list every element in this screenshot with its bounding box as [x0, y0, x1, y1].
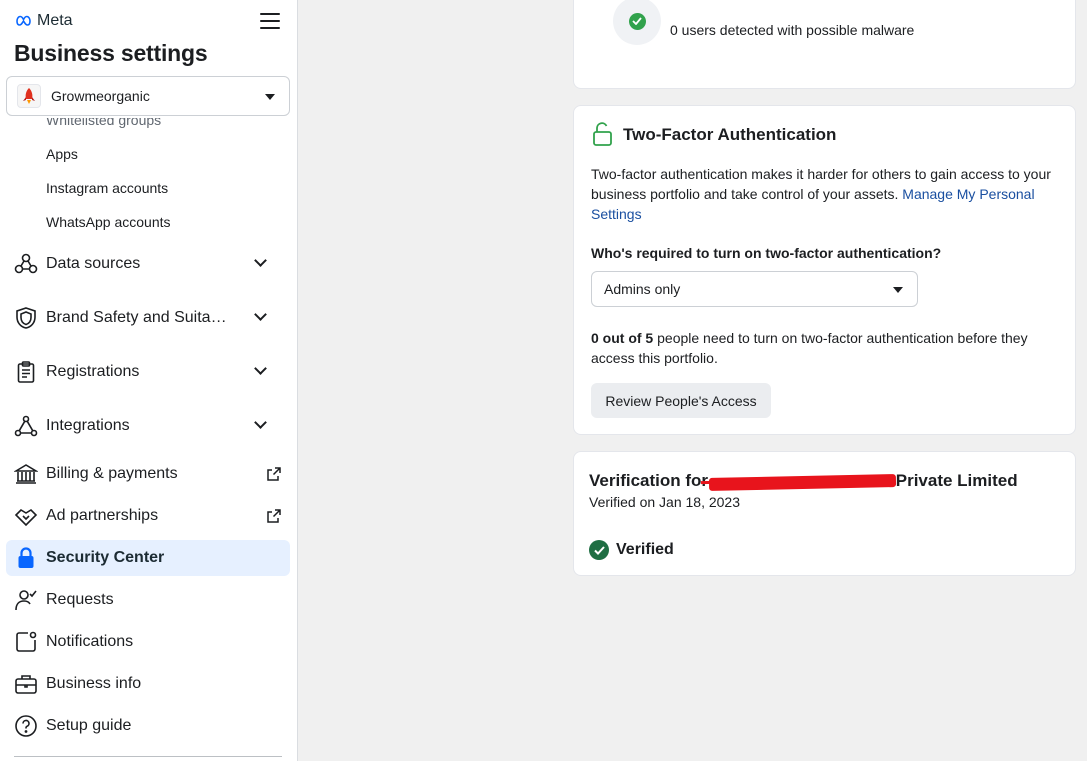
two-factor-requirement-select[interactable]: Admins only	[591, 271, 918, 307]
two-factor-question: Who's required to turn on two-factor aut…	[591, 245, 942, 261]
data-sources-icon	[14, 252, 38, 276]
sidebar-item-label: Brand Safety and Suitability	[46, 309, 232, 326]
two-factor-count-text: 0 out of 5 people need to turn on two-fa…	[591, 328, 1061, 368]
page-title: Business settings	[14, 40, 208, 66]
notification-icon	[14, 630, 38, 654]
account-avatar	[17, 84, 41, 108]
sidebar-item-whatsapp-accounts[interactable]: WhatsApp accounts	[46, 214, 171, 230]
business-account-select[interactable]: Growmeorganic	[6, 76, 290, 116]
sidebar-item-integrations[interactable]: Integrations	[6, 408, 290, 444]
sidebar-item-label: Business info	[46, 675, 142, 692]
clipboard-icon	[14, 360, 38, 384]
check-circle-icon	[589, 540, 609, 560]
two-factor-selected-option: Admins only	[604, 281, 681, 297]
verification-title-prefix: Verification for	[589, 471, 713, 490]
sidebar-item-business-info[interactable]: Business info	[6, 666, 290, 702]
rocket-icon	[23, 88, 35, 104]
handshake-icon	[14, 504, 38, 528]
sidebar-item-registrations[interactable]: Registrations	[6, 354, 290, 390]
sidebar-item-setup-guide[interactable]: Setup guide	[6, 708, 290, 744]
chevron-down-icon	[254, 416, 267, 429]
sidebar-item-data-sources[interactable]: Data sources	[6, 246, 290, 282]
account-name: Growmeorganic	[51, 88, 150, 104]
integrations-icon	[14, 414, 38, 438]
two-factor-count-bold: 0 out of 5	[591, 330, 654, 346]
sidebar-item-label: Security Center	[46, 549, 165, 566]
check-circle-icon	[628, 12, 646, 30]
malware-card: 0 users detected with possible malware	[573, 0, 1076, 89]
sidebar-item-brand-safety[interactable]: Brand Safety and Suitability	[6, 300, 290, 336]
sidebar-item-label: Ad partnerships	[46, 507, 159, 524]
sidebar-item-notifications[interactable]: Notifications	[6, 624, 290, 660]
sidebar-item-ad-partnerships[interactable]: Ad partnerships	[6, 498, 290, 534]
review-peoples-access-button[interactable]: Review People's Access	[591, 383, 771, 418]
malware-status-text: 0 users detected with possible malware	[670, 22, 915, 38]
chevron-down-icon	[254, 308, 267, 321]
person-check-icon	[14, 588, 38, 612]
sidebar-item-label: Data sources	[46, 255, 141, 272]
sidebar-item-apps[interactable]: Apps	[46, 146, 78, 162]
sidebar-item-label: Billing & payments	[46, 465, 178, 482]
sidebar-item-billing-payments[interactable]: Billing & payments	[6, 456, 290, 492]
sidebar-item-label: Registrations	[46, 363, 140, 380]
briefcase-icon	[14, 672, 38, 696]
sidebar-item-label: Notifications	[46, 633, 134, 650]
sidebar-item-label: Setup guide	[46, 717, 132, 734]
question-circle-icon	[14, 714, 38, 738]
sidebar-item-security-center[interactable]: Security Center	[6, 540, 290, 576]
malware-status-circle	[613, 0, 661, 45]
unlock-icon	[593, 122, 612, 146]
sidebar-item-label: Requests	[46, 591, 114, 608]
sidebar: Meta Business settings Whitelisted group…	[0, 0, 298, 761]
chevron-down-icon	[254, 362, 267, 375]
verification-card: Verification for Private Limited Verifie…	[573, 451, 1076, 576]
verification-title-suffix: Private Limited	[895, 471, 1018, 490]
bank-icon	[14, 462, 38, 486]
lock-icon	[14, 546, 38, 570]
menu-icon[interactable]	[260, 13, 280, 29]
meta-logo[interactable]: Meta	[14, 12, 73, 30]
two-factor-description: Two-factor authentication makes it harde…	[591, 164, 1063, 224]
verification-status-label: Verified	[616, 541, 674, 558]
sidebar-divider	[14, 756, 282, 757]
external-link-icon	[267, 467, 281, 481]
two-factor-count-rest: people need to turn on two-factor authen…	[591, 330, 1028, 366]
sidebar-item-requests[interactable]: Requests	[6, 582, 290, 618]
meta-brand-text: Meta	[37, 12, 73, 29]
meta-infinity-icon	[16, 15, 31, 26]
caret-down-icon	[893, 287, 903, 293]
chevron-down-icon	[254, 254, 267, 267]
shield-icon	[14, 306, 38, 330]
verification-date: Verified on Jan 18, 2023	[589, 494, 741, 510]
external-link-icon	[267, 509, 281, 523]
two-factor-title: Two-Factor Authentication	[623, 125, 837, 144]
sidebar-item-instagram-accounts[interactable]: Instagram accounts	[46, 180, 168, 196]
caret-down-icon	[265, 94, 275, 100]
two-factor-card: Two-Factor Authentication Two-factor aut…	[573, 105, 1076, 435]
verification-status: Verified	[589, 540, 674, 560]
sidebar-item-label: Integrations	[46, 417, 130, 434]
